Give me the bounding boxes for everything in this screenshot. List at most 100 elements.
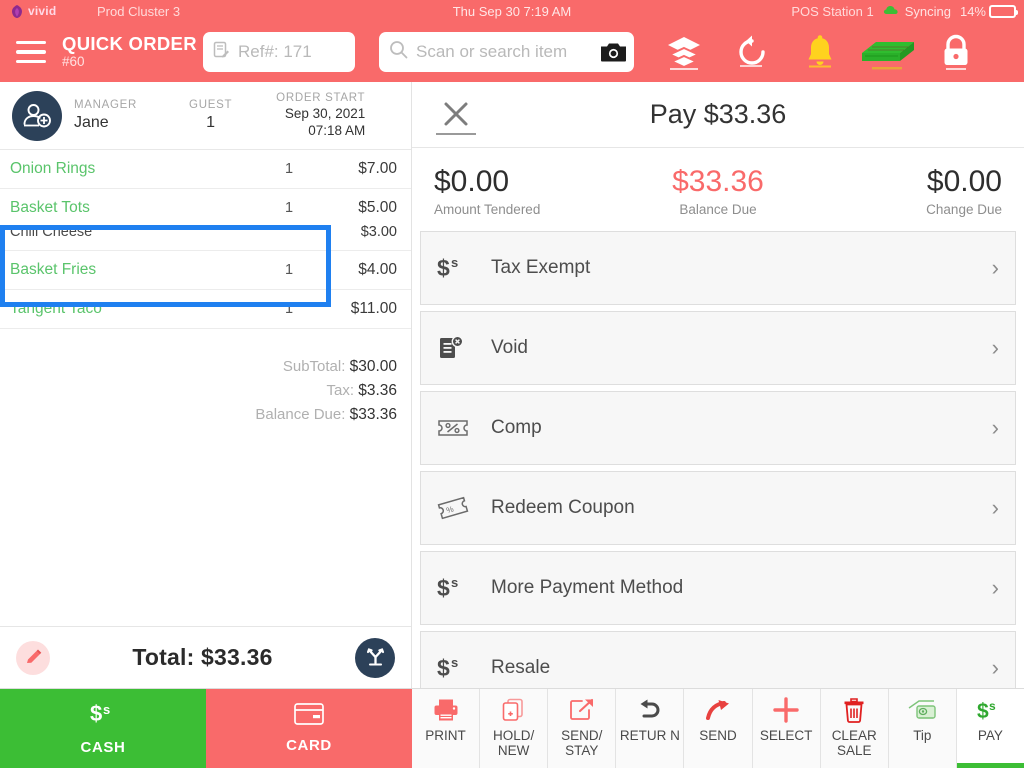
toolbar-button-label: SEND/ STAY bbox=[561, 728, 603, 759]
bell-icon[interactable] bbox=[786, 24, 854, 80]
svg-text:$: $ bbox=[977, 700, 989, 722]
battery-indicator: 14% bbox=[959, 3, 1018, 19]
payment-option-comp[interactable]: Comp › bbox=[420, 390, 1016, 465]
manager-block: MANAGER Jane bbox=[74, 98, 137, 133]
svg-text:$: $ bbox=[90, 701, 102, 726]
svg-text:s: s bbox=[451, 575, 458, 590]
order-title-block[interactable]: QUICK ORDER #60 bbox=[62, 34, 197, 70]
edit-pencil-icon[interactable] bbox=[16, 640, 50, 675]
chevron-right-icon: › bbox=[991, 574, 999, 600]
lock-icon[interactable] bbox=[922, 24, 990, 80]
toolbar-button-label: Tip bbox=[913, 728, 932, 743]
menu-button[interactable] bbox=[8, 35, 54, 70]
amount-summary: $0.00 Amount Tendered $33.36 Balance Due… bbox=[412, 148, 1024, 231]
card-button[interactable]: CARD bbox=[206, 689, 412, 768]
money-icon bbox=[907, 697, 937, 723]
payment-option-label: Redeem Coupon bbox=[491, 496, 635, 518]
dollar-sign-icon: $ s bbox=[90, 701, 116, 732]
datetime-label: Thu Sep 30 7:19 AM bbox=[452, 3, 572, 19]
toolbar-button-label: CLEAR SALE bbox=[831, 728, 877, 759]
payment-option-label: Void bbox=[491, 336, 528, 358]
order-item-row[interactable]: Basket Tots 1 $5.00 Chili Cheese $3.00 bbox=[0, 189, 411, 251]
payment-option-more-payment-method[interactable]: $ s More Payment Method › bbox=[420, 550, 1016, 625]
cash-button[interactable]: $ s CASH bbox=[0, 689, 206, 768]
app-body: MANAGER Jane GUEST 1 ORDER START Sep 30,… bbox=[0, 82, 1024, 688]
sync-label: Syncing bbox=[904, 3, 951, 19]
avatar[interactable] bbox=[12, 90, 62, 141]
modifier-price: $3.00 bbox=[360, 224, 397, 240]
chevron-right-icon: › bbox=[991, 254, 999, 280]
refresh-undo-icon[interactable] bbox=[718, 24, 786, 80]
toolbar-button-send-stay[interactable]: SEND/ STAY bbox=[548, 689, 617, 768]
order-item-row[interactable]: Basket Fries 1 $4.00 bbox=[0, 251, 411, 290]
cluster-label: Prod Cluster 3 bbox=[97, 3, 181, 19]
ref-value: Ref#: 171 bbox=[238, 42, 312, 61]
station-label: POS Station 1 bbox=[791, 3, 874, 19]
payment-option-label: Comp bbox=[491, 416, 542, 438]
order-item-main: Tangent Taco 1 $11.00 bbox=[10, 300, 397, 318]
percent-ticket-icon bbox=[437, 417, 491, 439]
order-item-name: Basket Tots bbox=[10, 199, 90, 216]
payment-option-label: Resale bbox=[491, 656, 551, 678]
balance-due-label: Balance Due: bbox=[255, 406, 346, 423]
order-totals: SubTotal: $30.00 Tax: $3.36 Balance Due:… bbox=[0, 346, 411, 430]
order-item-qty: 1 bbox=[284, 301, 294, 317]
order-start-time: 07:18 AM bbox=[308, 122, 366, 138]
order-panel-spacer bbox=[0, 430, 411, 626]
payment-option-tax-exempt[interactable]: $ s Tax Exempt › bbox=[420, 230, 1016, 305]
close-icon[interactable] bbox=[436, 95, 476, 135]
status-right-group: POS Station 1 Syncing 14% bbox=[791, 3, 1018, 19]
layers-icon[interactable] bbox=[650, 24, 718, 80]
toolbar-button-label: RETUR N bbox=[619, 728, 680, 743]
toolbar-button-label: PAY bbox=[977, 728, 1003, 743]
toolbar-button-hold-new[interactable]: HOLD/ NEW bbox=[480, 689, 549, 768]
brand-logo: vivid bbox=[10, 4, 56, 19]
amount-tendered-cell: $0.00 Amount Tendered bbox=[428, 166, 623, 217]
order-item-qty: 1 bbox=[284, 262, 294, 278]
guest-count: 1 bbox=[206, 113, 216, 131]
toolbar-button-tip[interactable]: Tip bbox=[888, 689, 957, 768]
payment-options-list: $ s Tax Exempt › Void › Comp ›% Redeem Coupon › $ s… bbox=[412, 230, 1024, 688]
payment-option-resale[interactable]: $ s Resale › bbox=[420, 630, 1016, 688]
hold-new-icon bbox=[501, 697, 527, 723]
order-item-name: Basket Fries bbox=[10, 261, 97, 278]
search-input[interactable]: Scan or search item bbox=[379, 32, 634, 72]
order-start-label: ORDER START bbox=[276, 92, 366, 105]
camera-scan-icon[interactable] bbox=[601, 42, 626, 63]
return-icon bbox=[637, 697, 662, 723]
card-label: CARD bbox=[286, 737, 332, 754]
send-stay-icon bbox=[569, 697, 595, 723]
order-item-main: Basket Tots 1 $5.00 bbox=[10, 199, 397, 217]
toolbar-button-pay[interactable]: $ s PAY bbox=[956, 689, 1024, 768]
order-item-row[interactable]: Tangent Taco 1 $11.00 bbox=[0, 290, 411, 329]
battery-percent: 14% bbox=[959, 3, 986, 19]
void-doc-icon bbox=[437, 334, 491, 362]
coupon-icon: % bbox=[437, 496, 491, 520]
order-item-qty: 1 bbox=[284, 161, 294, 177]
svg-text:s: s bbox=[451, 655, 458, 670]
pos-app: vivid Prod Cluster 3 Thu Sep 30 7:19 AM … bbox=[0, 0, 1024, 768]
chevron-right-icon: › bbox=[991, 414, 999, 440]
toolbar-button-print[interactable]: PRINT bbox=[412, 689, 481, 768]
toolbar-button-send[interactable]: SEND bbox=[684, 689, 753, 768]
payment-option-label: More Payment Method bbox=[491, 576, 684, 598]
payment-option-redeem-coupon[interactable]: % Redeem Coupon › bbox=[420, 470, 1016, 545]
pay-panel-header: Pay $33.36 bbox=[412, 82, 1024, 148]
toolbar-button-retur-n[interactable]: RETUR N bbox=[616, 689, 685, 768]
plus-icon bbox=[773, 697, 799, 723]
order-start-block: ORDER START Sep 30, 2021 07:18 AM bbox=[276, 91, 365, 140]
ref-input[interactable]: Ref#: 171 bbox=[203, 32, 355, 72]
guest-label: GUEST bbox=[189, 99, 233, 112]
svg-text:$: $ bbox=[437, 575, 450, 601]
subtotal-label: SubTotal: bbox=[282, 358, 346, 375]
manager-name: Jane bbox=[74, 113, 109, 131]
balance-due-value: $33.36 bbox=[349, 406, 397, 423]
toolbar-button-select[interactable]: SELECT bbox=[752, 689, 821, 768]
split-check-icon[interactable] bbox=[355, 637, 395, 678]
cash-stack-icon[interactable] bbox=[854, 24, 922, 80]
payment-option-void[interactable]: Void › bbox=[420, 310, 1016, 385]
dollar-sign-icon: $ s bbox=[437, 255, 491, 281]
toolbar-button-clear-sale[interactable]: CLEAR SALE bbox=[820, 689, 889, 768]
cash-label: CASH bbox=[80, 739, 126, 756]
order-item-row[interactable]: Onion Rings 1 $7.00 bbox=[0, 150, 411, 189]
